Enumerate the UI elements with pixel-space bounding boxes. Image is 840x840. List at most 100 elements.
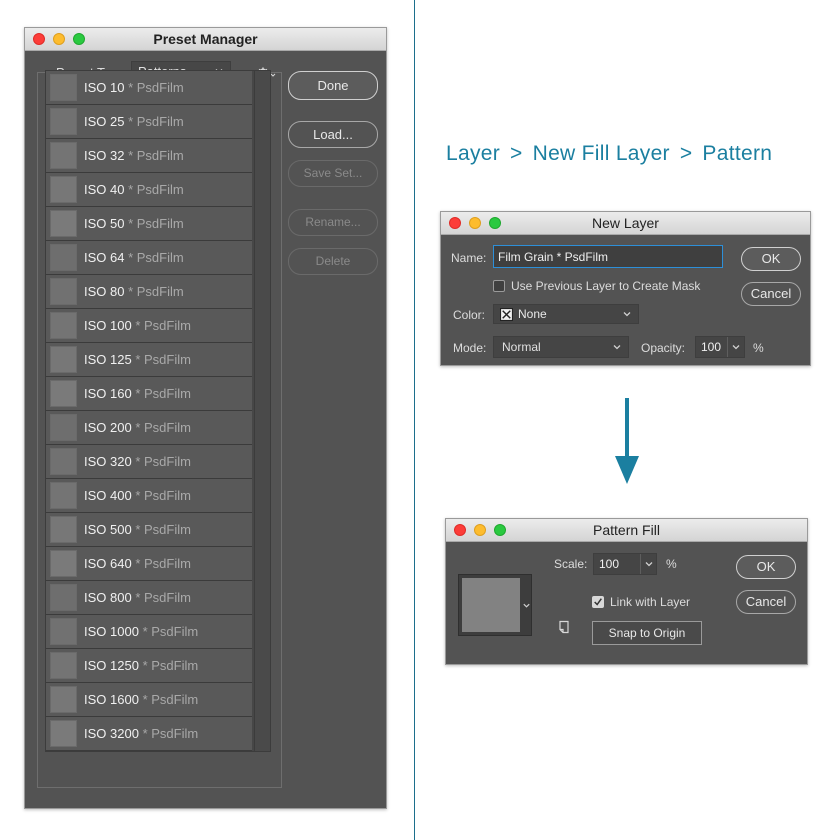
list-item[interactable]: ISO 500 * PsdFilm: [46, 513, 252, 547]
pattern-thumbnail: [50, 482, 77, 509]
close-window-button[interactable]: [449, 217, 461, 229]
snap-to-origin-button[interactable]: Snap to Origin: [592, 621, 702, 645]
opacity-label: Opacity:: [641, 341, 686, 355]
pattern-suffix: * PsdFilm: [135, 454, 191, 469]
chevron-down-icon[interactable]: [644, 559, 654, 569]
pattern-preview-swatch[interactable]: [458, 574, 532, 636]
arrow-down-icon: [615, 398, 639, 484]
ok-button[interactable]: OK: [736, 555, 796, 579]
link-with-layer-label: Link with Layer: [610, 595, 691, 609]
scale-percent-label: %: [666, 557, 677, 571]
cancel-button[interactable]: Cancel: [736, 590, 796, 614]
close-window-button[interactable]: [33, 33, 45, 45]
checkmark-icon: [594, 598, 602, 606]
list-item[interactable]: ISO 800 * PsdFilm: [46, 581, 252, 615]
preset-list-scrollbar[interactable]: [254, 71, 270, 751]
pattern-name: ISO 100: [84, 318, 132, 333]
rename-button[interactable]: Rename...: [288, 209, 378, 236]
list-item[interactable]: ISO 80 * PsdFilm: [46, 275, 252, 309]
mode-value: Normal: [502, 340, 541, 354]
list-item[interactable]: ISO 1000 * PsdFilm: [46, 615, 252, 649]
new-layer-titlebar: New Layer: [441, 212, 810, 235]
list-item-label: ISO 500 * PsdFilm: [84, 522, 191, 537]
layer-name-input[interactable]: Film Grain * PsdFilm: [493, 245, 723, 268]
list-item[interactable]: ISO 32 * PsdFilm: [46, 139, 252, 173]
mode-select[interactable]: Normal: [493, 336, 629, 358]
pattern-suffix: * PsdFilm: [128, 148, 184, 163]
pattern-thumbnail: [50, 448, 77, 475]
pattern-name: ISO 400: [84, 488, 132, 503]
list-item-label: ISO 1000 * PsdFilm: [84, 624, 198, 639]
color-select[interactable]: None: [493, 304, 639, 324]
minimize-window-button[interactable]: [53, 33, 65, 45]
close-window-button[interactable]: [454, 524, 466, 536]
pattern-thumbnail: [50, 176, 77, 203]
pattern-name: ISO 800: [84, 590, 132, 605]
pattern-suffix: * PsdFilm: [128, 216, 184, 231]
pattern-thumbnail: [462, 578, 520, 632]
list-item[interactable]: ISO 125 * PsdFilm: [46, 343, 252, 377]
ok-button[interactable]: OK: [741, 247, 801, 271]
use-previous-layer-checkbox[interactable]: [493, 280, 505, 292]
done-button[interactable]: Done: [288, 71, 378, 100]
no-color-x-icon: [500, 308, 513, 321]
pattern-name: ISO 125: [84, 352, 132, 367]
pattern-name: ISO 160: [84, 386, 132, 401]
menu-path-breadcrumb: Layer > New Fill Layer > Pattern: [446, 142, 772, 166]
scale-dropdown-divider: [640, 554, 641, 574]
list-item[interactable]: ISO 40 * PsdFilm: [46, 173, 252, 207]
zoom-window-button[interactable]: [489, 217, 501, 229]
delete-button[interactable]: Delete: [288, 248, 378, 275]
save-set-button[interactable]: Save Set...: [288, 160, 378, 187]
vertical-divider: [414, 0, 415, 840]
list-item[interactable]: ISO 160 * PsdFilm: [46, 377, 252, 411]
list-item[interactable]: ISO 64 * PsdFilm: [46, 241, 252, 275]
pattern-suffix: * PsdFilm: [142, 726, 199, 741]
pattern-suffix: * PsdFilm: [128, 114, 184, 129]
pattern-suffix: * PsdFilm: [135, 590, 191, 605]
list-item[interactable]: ISO 400 * PsdFilm: [46, 479, 252, 513]
list-item-label: ISO 50 * PsdFilm: [84, 216, 184, 231]
list-item[interactable]: ISO 50 * PsdFilm: [46, 207, 252, 241]
cancel-button[interactable]: Cancel: [741, 282, 801, 306]
scale-input[interactable]: 100: [593, 553, 657, 575]
pattern-name: ISO 320: [84, 454, 132, 469]
load-button[interactable]: Load...: [288, 121, 378, 148]
pattern-thumbnail: [50, 380, 77, 407]
list-item[interactable]: ISO 1600 * PsdFilm: [46, 683, 252, 717]
chevron-down-icon: [613, 345, 621, 350]
preset-list[interactable]: ISO 3200 * PsdFilm ISO 1600 * PsdFilm ISO …: [45, 70, 271, 752]
list-item[interactable]: ISO 640 * PsdFilm: [46, 547, 252, 581]
opacity-percent-label: %: [753, 341, 764, 355]
pattern-name: ISO 40: [84, 182, 125, 197]
minimize-window-button[interactable]: [469, 217, 481, 229]
pattern-name: ISO 640: [84, 556, 132, 571]
list-item[interactable]: ISO 3200 * PsdFilm: [46, 717, 252, 751]
layer-name-value: Film Grain * PsdFilm: [498, 250, 609, 264]
list-item[interactable]: ISO 25 * PsdFilm: [46, 105, 252, 139]
pattern-name: ISO 25: [84, 114, 125, 129]
pattern-suffix: * PsdFilm: [135, 318, 191, 333]
zoom-window-button[interactable]: [73, 33, 85, 45]
list-item-label: ISO 100 * PsdFilm: [84, 318, 191, 333]
list-item[interactable]: ISO 1250 * PsdFilm: [46, 649, 252, 683]
list-item-label: ISO 3200 * PsdFilm: [84, 726, 198, 741]
preset-manager-window: Preset Manager Preset Type: Patterns ISO…: [24, 27, 387, 809]
opacity-input[interactable]: 100: [695, 336, 745, 358]
list-item[interactable]: ISO 10 * PsdFilm: [46, 71, 252, 105]
list-item[interactable]: ISO 200 * PsdFilm: [46, 411, 252, 445]
list-item-label: ISO 1250 * PsdFilm: [84, 658, 198, 673]
zoom-window-button[interactable]: [494, 524, 506, 536]
list-item[interactable]: ISO 100 * PsdFilm: [46, 309, 252, 343]
pattern-fill-titlebar: Pattern Fill: [446, 519, 807, 542]
link-with-layer-checkbox[interactable]: [592, 596, 604, 608]
color-value: None: [518, 307, 547, 321]
minimize-window-button[interactable]: [474, 524, 486, 536]
pattern-name: ISO 1250: [84, 658, 139, 673]
list-item[interactable]: ISO 320 * PsdFilm: [46, 445, 252, 479]
chevron-down-icon[interactable]: [731, 342, 741, 352]
chevron-down-icon: [623, 312, 631, 317]
pattern-thumbnail: [50, 210, 77, 237]
new-preset-icon[interactable]: [558, 620, 572, 634]
pattern-suffix: * PsdFilm: [135, 488, 191, 503]
